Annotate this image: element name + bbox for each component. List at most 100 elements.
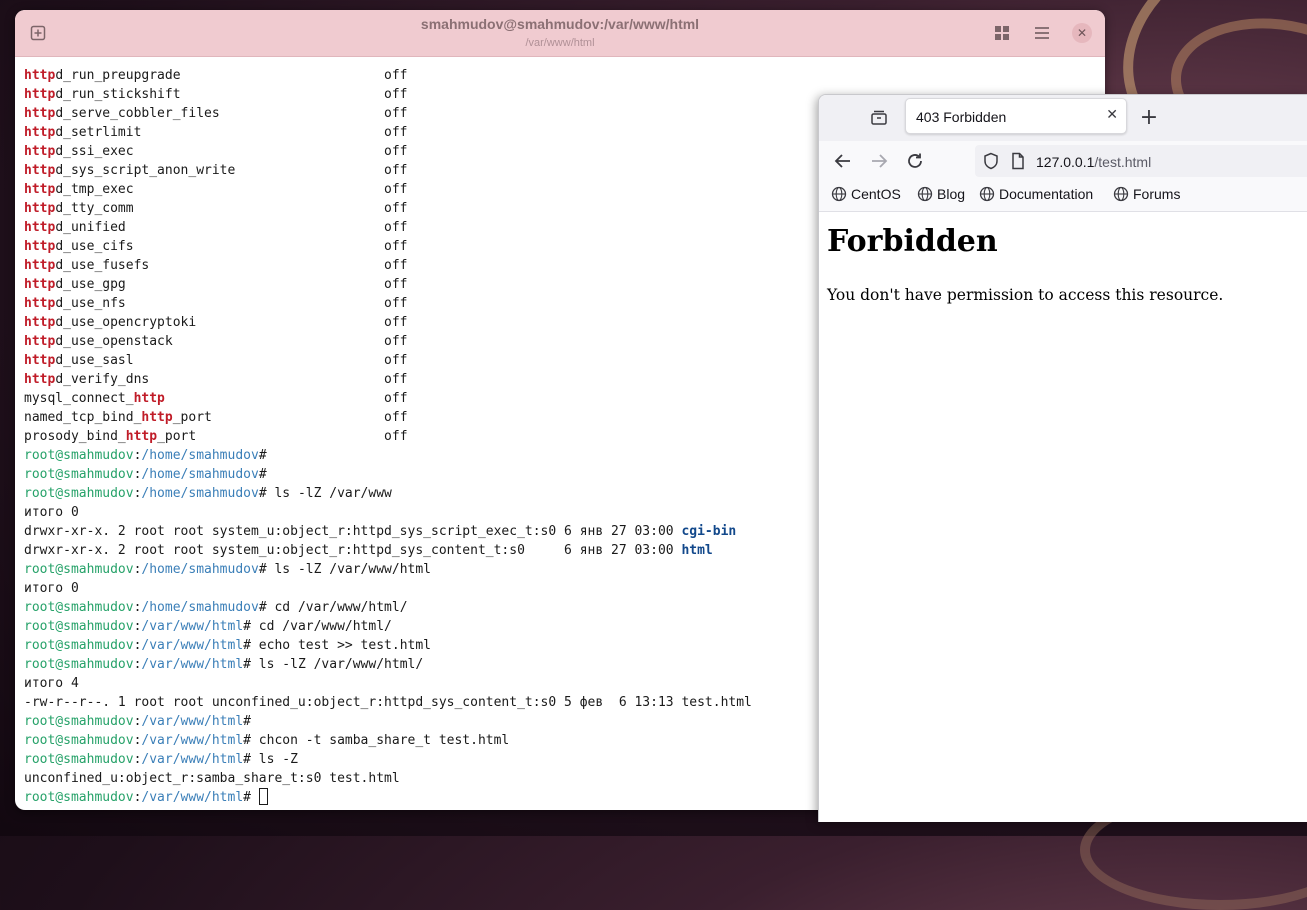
terminal-text: /home/smahmudov xyxy=(141,600,259,615)
globe-icon xyxy=(917,186,933,202)
terminal-text: http xyxy=(24,334,56,349)
terminal-text: root@smahmudov xyxy=(24,448,134,463)
tab-overview-icon[interactable] xyxy=(992,23,1012,43)
terminal-text: /var/www/html xyxy=(141,657,244,672)
terminal-text: /var/www/html xyxy=(141,619,244,634)
terminal-text: http xyxy=(24,163,56,178)
terminal-text: # ls -lZ /var/www/html/ xyxy=(243,657,424,672)
url-bar[interactable]: 127.0.0.1/test.html xyxy=(975,145,1307,177)
terminal-text: # xyxy=(243,790,259,805)
navigation-toolbar: 127.0.0.1/test.html xyxy=(819,140,1307,181)
page-message: You don't have permission to access this… xyxy=(827,286,1224,304)
terminal-text: root@smahmudov xyxy=(24,657,134,672)
close-button[interactable]: ✕ xyxy=(1072,23,1092,43)
terminal-line: httpd_run_preupgrade off xyxy=(24,66,1105,85)
terminal-text: http xyxy=(141,410,173,425)
terminal-text: d_ssi_exec off xyxy=(55,144,408,159)
terminal-text: /var/www/html xyxy=(141,638,244,653)
terminal-text: d_use_nfs off xyxy=(55,296,408,311)
terminal-text: http xyxy=(133,391,165,406)
tab-403-forbidden[interactable]: 403 Forbidden ✕ xyxy=(905,98,1127,134)
globe-icon xyxy=(831,186,847,202)
terminal-text: root@smahmudov xyxy=(24,714,134,729)
bookmark-centos[interactable]: CentOS xyxy=(831,186,901,202)
terminal-text: # xyxy=(258,448,267,463)
terminal-text: root@smahmudov xyxy=(24,562,134,577)
terminal-text: /var/www/html xyxy=(141,752,244,767)
tab-title: 403 Forbidden xyxy=(916,109,1007,125)
menu-icon[interactable] xyxy=(1032,23,1052,43)
page-info-icon[interactable] xyxy=(1008,151,1028,171)
tab-close-icon[interactable]: ✕ xyxy=(1106,107,1118,123)
terminal-text: d_sys_script_anon_write off xyxy=(55,163,408,178)
terminal-text: # echo test >> test.html xyxy=(243,638,431,653)
back-arrow-icon[interactable] xyxy=(833,151,853,171)
terminal-text: # cd /var/www/html/ xyxy=(258,600,408,615)
terminal-text: drwxr-xr-x. 2 root root system_u:object_… xyxy=(24,524,682,539)
terminal-text: # ls -lZ /var/www/html xyxy=(258,562,431,577)
terminal-text: root@smahmudov xyxy=(24,600,134,615)
terminal-text: root@smahmudov xyxy=(24,752,134,767)
tracking-shield-icon[interactable] xyxy=(981,151,1001,171)
terminal-text: mysql_connect_ xyxy=(24,391,134,406)
terminal-text: /home/smahmudov xyxy=(141,448,259,463)
terminal-text: d_serve_cobbler_files off xyxy=(55,106,408,121)
terminal-text: http xyxy=(24,372,56,387)
bookmark-blog[interactable]: Blog xyxy=(917,186,965,202)
terminal-text: /home/smahmudov xyxy=(141,467,259,482)
terminal-text: http xyxy=(24,125,56,140)
bookmark-documentation[interactable]: Documentation xyxy=(979,186,1093,202)
terminal-text: d_use_opencryptoki off xyxy=(55,315,408,330)
terminal-text: http xyxy=(24,87,56,102)
terminal-text: root@smahmudov xyxy=(24,638,134,653)
url-path: /test.html xyxy=(1094,154,1152,170)
terminal-text: http xyxy=(24,220,56,235)
terminal-text: d_use_cifs off xyxy=(55,239,408,254)
new-tab-plus-icon[interactable]: + xyxy=(1139,105,1159,130)
terminal-text: -rw-r--r--. 1 root root unconfined_u:obj… xyxy=(24,695,752,710)
terminal-text: off xyxy=(164,391,408,406)
bookmark-forums[interactable]: Forums xyxy=(1113,186,1180,202)
terminal-text: # chcon -t samba_share_t test.html xyxy=(243,733,510,748)
tab-groups-icon[interactable] xyxy=(869,107,889,127)
terminal-text: итого 4 xyxy=(24,676,79,691)
terminal-text: d_use_openstack off xyxy=(55,334,408,349)
terminal-text: http xyxy=(24,277,56,292)
terminal-text: html xyxy=(681,543,713,558)
terminal-text: итого 0 xyxy=(24,581,79,596)
terminal-cursor xyxy=(258,788,268,805)
reload-icon[interactable] xyxy=(905,151,925,171)
terminal-text: http xyxy=(24,296,56,311)
terminal-text: # cd /var/www/html/ xyxy=(243,619,392,634)
terminal-headerbar: smahmudov@smahmudov:/var/www/html /var/w… xyxy=(15,10,1105,57)
terminal-text: d_use_fusefs off xyxy=(55,258,408,273)
terminal-text: d_run_stickshift off xyxy=(55,87,408,102)
page-heading: Forbidden xyxy=(827,224,998,259)
terminal-text: prosody_bind_ xyxy=(24,429,126,444)
terminal-text: http xyxy=(24,353,56,368)
terminal-text: _port off xyxy=(157,429,408,444)
terminal-text: cgi-bin xyxy=(681,524,737,539)
terminal-text: /var/www/html xyxy=(141,790,244,805)
terminal-text: d_run_preupgrade off xyxy=(55,68,408,83)
terminal-text: http xyxy=(24,201,56,216)
bookmarks-toolbar: CentOS Blog Documentation Forums xyxy=(819,181,1307,212)
globe-icon xyxy=(1113,186,1129,202)
url-host: 127.0.0.1 xyxy=(1036,154,1095,170)
terminal-text: /var/www/html xyxy=(141,733,244,748)
terminal-text: /home/smahmudov xyxy=(141,562,259,577)
terminal-text: root@smahmudov xyxy=(24,486,134,501)
terminal-text: # xyxy=(243,714,251,729)
terminal-text: http xyxy=(24,68,56,83)
bookmark-label: Forums xyxy=(1133,186,1181,202)
terminal-text: # ls -lZ /var/www xyxy=(258,486,392,501)
terminal-text: d_use_sasl off xyxy=(55,353,408,368)
forward-arrow-icon[interactable] xyxy=(869,151,889,171)
terminal-text: итого 0 xyxy=(24,505,79,520)
terminal-text: http xyxy=(24,144,56,159)
terminal-text: http xyxy=(24,239,56,254)
terminal-text: /var/www/html xyxy=(141,714,244,729)
terminal-text: root@smahmudov xyxy=(24,790,134,805)
terminal-text: http xyxy=(24,106,56,121)
bookmark-label: Blog xyxy=(937,186,966,202)
